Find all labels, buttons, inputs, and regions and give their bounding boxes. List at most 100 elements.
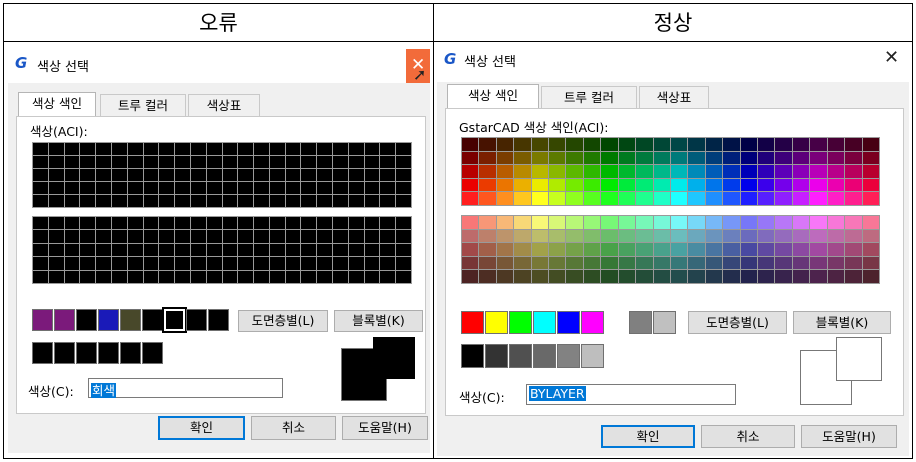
aci-swatch[interactable] [845,270,862,283]
aci-swatch[interactable] [33,243,48,257]
aci-swatch[interactable] [583,256,601,270]
aci-swatch[interactable] [96,195,111,207]
aci-swatch[interactable] [396,257,411,270]
aci-swatch[interactable] [396,270,411,283]
aci-swatch[interactable] [740,229,758,243]
aci-swatch[interactable] [254,169,269,181]
aci-swatch[interactable] [549,216,566,229]
aci-swatch[interactable] [111,156,127,168]
aci-swatch[interactable] [514,138,531,151]
aci-swatch[interactable] [238,270,254,283]
aci-swatch[interactable] [96,169,111,181]
aci-swatch[interactable] [238,243,254,257]
aci-swatch[interactable] [127,169,143,181]
aci-swatch[interactable] [222,169,238,181]
aci-swatch[interactable] [364,243,380,257]
aci-swatch[interactable] [175,230,190,243]
aci-swatch[interactable] [96,230,111,243]
aci-swatch[interactable] [583,192,601,205]
aci-swatch[interactable] [705,151,723,165]
aci-swatch[interactable] [175,270,190,283]
aci-swatch[interactable] [254,156,269,168]
standard-color-swatch[interactable] [485,311,508,334]
aci-swatch[interactable] [845,151,862,165]
aci-swatch[interactable] [33,270,48,283]
aci-swatch[interactable] [80,143,96,155]
aci-swatch[interactable] [549,138,566,151]
aci-swatch[interactable] [222,257,238,270]
aci-swatch[interactable] [64,143,80,155]
aci-swatch[interactable] [740,192,758,205]
aci-swatch[interactable] [380,143,396,155]
aci-swatch[interactable] [96,217,111,230]
aci-swatch[interactable] [531,165,549,178]
aci-swatch[interactable] [348,195,364,207]
aci-swatch[interactable] [758,216,775,229]
aci-swatch[interactable] [845,256,862,270]
aci-swatch[interactable] [301,270,317,283]
aci-swatch[interactable] [143,230,159,243]
aci-swatch[interactable] [159,143,175,155]
aci-swatch[interactable] [159,257,175,270]
aci-swatch[interactable] [740,256,758,270]
aci-swatch[interactable] [285,270,301,283]
aci-swatch[interactable] [862,138,879,151]
aci-swatch[interactable] [723,229,740,243]
aci-swatch[interactable] [317,182,333,194]
standard-color-swatch[interactable] [208,309,229,331]
aci-swatch[interactable] [601,229,618,243]
aci-swatch[interactable] [479,138,496,151]
aci-swatch[interactable] [238,143,254,155]
aci-swatch[interactable] [462,216,479,229]
aci-swatch[interactable] [301,243,317,257]
aci-swatch[interactable] [862,165,879,178]
gray-color-row[interactable] [32,342,163,367]
aci-swatch[interactable] [688,243,705,256]
byblock-button[interactable]: 블록별(K) [334,310,423,332]
aci-swatch[interactable] [143,182,159,194]
aci-swatch[interactable] [653,178,670,192]
aci-swatch[interactable] [670,178,688,192]
aci-swatch[interactable] [758,229,775,243]
aci-swatch[interactable] [775,256,792,270]
aci-swatch[interactable] [80,270,96,283]
aci-swatch[interactable] [238,169,254,181]
aci-swatch[interactable] [190,182,206,194]
aci-swatch[interactable] [670,256,688,270]
aci-swatch[interactable] [514,192,531,205]
aci-swatch[interactable] [143,217,159,230]
standard-color-swatch[interactable] [461,311,484,334]
aci-swatch[interactable] [285,195,301,207]
aci-swatch[interactable] [740,151,758,165]
aci-swatch[interactable] [127,257,143,270]
aci-swatch[interactable] [845,229,862,243]
aci-swatch[interactable] [566,270,583,283]
aci-swatch[interactable] [348,243,364,257]
aci-swatch[interactable] [496,192,514,205]
aci-swatch[interactable] [64,169,80,181]
aci-swatch[interactable] [583,151,601,165]
aci-swatch[interactable] [549,243,566,256]
aci-swatch[interactable] [810,229,827,243]
aci-swatch[interactable] [862,192,879,205]
aci-swatch[interactable] [301,143,317,155]
aci-swatch[interactable] [462,256,479,270]
aci-swatch[interactable] [190,230,206,243]
aci-swatch[interactable] [364,230,380,243]
aci-swatch[interactable] [348,230,364,243]
aci-swatch[interactable] [301,156,317,168]
aci-swatch[interactable] [64,156,80,168]
aci-swatch[interactable] [618,256,636,270]
aci-swatch[interactable] [758,256,775,270]
aci-swatch[interactable] [670,243,688,256]
cancel-button[interactable]: 취소 [251,416,336,440]
cancel-button[interactable]: 취소 [701,425,795,448]
aci-swatch[interactable] [845,243,862,256]
aci-swatch[interactable] [462,229,479,243]
aci-swatch[interactable] [222,230,238,243]
aci-swatch[interactable] [127,156,143,168]
aci-swatch[interactable] [396,243,411,257]
standard-color-swatch[interactable] [142,309,163,331]
aci-swatch[interactable] [479,229,496,243]
gray-color-swatch[interactable] [461,344,484,368]
